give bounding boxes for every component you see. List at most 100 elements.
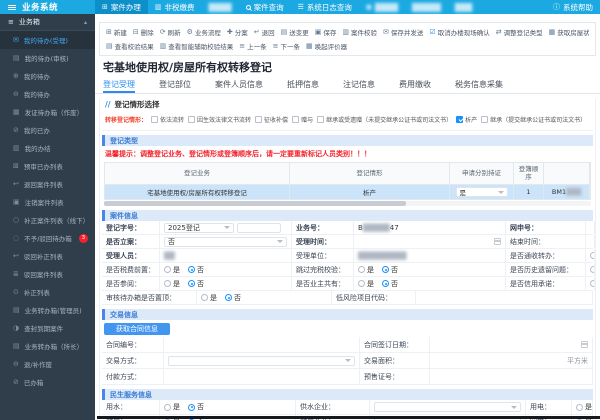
- return-button[interactable]: ↵退回: [254, 27, 275, 37]
- presale-value[interactable]: [430, 369, 593, 384]
- evaluator-button[interactable]: ▦唤起评价器: [306, 41, 347, 51]
- sidebar-item-correction-list[interactable]: ⊙补正列表: [0, 283, 95, 301]
- regtype-table-row[interactable]: 宅基地使用权/房屋所有权转移登记 析产 是 1 BM1███: [105, 185, 590, 199]
- sidebar-item-my-todo-2[interactable]: ⊖我的待办: [0, 85, 95, 103]
- checkbox-inherit-with-notary[interactable]: 继承（提交继承公证书或司法文书）: [481, 115, 586, 124]
- trade-mode-select[interactable]: [168, 356, 355, 366]
- tab-mortgage-info[interactable]: 抵押信息: [287, 79, 319, 93]
- radio-group-tax-first[interactable]: 是否: [164, 265, 204, 275]
- water-co-select[interactable]: [374, 402, 521, 412]
- checkbox-property-division[interactable]: 析产: [456, 115, 477, 124]
- sidebar-item-my-closed[interactable]: ▥我的办结: [0, 139, 95, 157]
- save-and-send-button[interactable]: ✉保存并发送: [383, 27, 423, 37]
- reg-no-extra-input[interactable]: [237, 223, 281, 233]
- tab-tax-info-collect[interactable]: 税务信息采集: [455, 79, 503, 93]
- save-button[interactable]: ▣保存: [315, 27, 337, 37]
- web-no-value[interactable]: [586, 221, 595, 234]
- radio-group-power[interactable]: 是否: [576, 402, 593, 412]
- radio-group-review[interactable]: 是否: [164, 279, 204, 289]
- topnav-masked-1[interactable]: ████: [202, 0, 239, 14]
- sidebar-item-transfer-box-admin[interactable]: ▤业务转办箱(管理员): [0, 301, 95, 319]
- sidebar-item-preaudit-done-list[interactable]: ⊠预审已办列表: [0, 157, 95, 175]
- sidebar-item-refund-void[interactable]: ⊖退/补作废: [0, 355, 95, 373]
- trade-area-field[interactable]: 平方米: [430, 353, 593, 368]
- page-title: 宅基地使用权/房屋所有权转移登记: [103, 59, 600, 75]
- topnav-masked-4[interactable]: ███: [448, 0, 479, 14]
- workflow-icon: ⚙: [187, 28, 193, 36]
- topnav-system-help[interactable]: ⓘ系统帮助: [546, 0, 600, 14]
- menu-icon[interactable]: [8, 5, 16, 10]
- topnav-nontax-payment[interactable]: ▥非税缴费: [148, 0, 202, 14]
- tab-fee-collection[interactable]: 费用缴收: [399, 79, 431, 93]
- radio-group-credit[interactable]: 是否: [590, 279, 595, 289]
- radio-group-owner-share[interactable]: 是否: [358, 279, 398, 289]
- get-contract-info-button[interactable]: 获取合同信息: [104, 323, 170, 335]
- checkbox-inherit-no-notary[interactable]: 继承或受遗赠（未提交继承公证书或司法文书）: [317, 115, 452, 124]
- send-change-button[interactable]: ▤送变更: [281, 27, 309, 37]
- tab-registration-accept[interactable]: 登记受理: [103, 79, 135, 93]
- scrollbar-thumb[interactable]: [104, 201, 406, 206]
- view-smart-check-result-button[interactable]: ▥查看智能辅助校验结果: [160, 41, 234, 51]
- tab-registration-part[interactable]: 登记部位: [159, 79, 191, 93]
- separate-cert-select[interactable]: 是: [456, 187, 508, 197]
- accept-time-field[interactable]: [354, 235, 506, 248]
- topnav-masked-3[interactable]: █████: [405, 0, 448, 14]
- sidebar-item-correction-case-list-offline[interactable]: ○补正案件列表（线下）: [0, 211, 95, 229]
- power-radios: 是否: [572, 400, 593, 414]
- sidebar-header[interactable]: ≡ 业务箱 ▴: [0, 14, 95, 31]
- refresh-button[interactable]: ⟳刷新: [160, 27, 181, 37]
- checked-box-icon: ☑: [429, 28, 435, 36]
- radio-group-pin[interactable]: 是否: [201, 293, 241, 303]
- sidebar-item-returned-case-list[interactable]: ↩退回案件列表: [0, 175, 95, 193]
- view-check-result-button[interactable]: ▤查看校验结果: [106, 41, 154, 51]
- split-case-button[interactable]: ✚分案: [227, 27, 248, 37]
- risk-value[interactable]: [416, 291, 593, 304]
- sidebar-item-seal-expire-cases[interactable]: ◑查封到期案件: [0, 319, 95, 337]
- web-no-label: 网申号：: [506, 221, 586, 234]
- sidebar-item-my-todo-1[interactable]: ⊕我的待办: [0, 67, 95, 85]
- topnav-case-handling[interactable]: ⊞案件办理: [95, 0, 148, 14]
- smart-doc-icon: ▥: [160, 42, 167, 50]
- tab-note-info[interactable]: 注记信息: [343, 79, 375, 93]
- next-record-button[interactable]: ≡下一条: [273, 41, 300, 51]
- sidebar-item-reject-case-list[interactable]: ≣驳回案件列表: [0, 265, 95, 283]
- sidebar-item-transfer-box-director[interactable]: ▤业务转办箱（所长）: [0, 337, 95, 355]
- grid-icon: ▦: [13, 108, 20, 116]
- radio-group-history[interactable]: 是否: [590, 265, 595, 275]
- radio-group-water[interactable]: 是否: [164, 402, 204, 412]
- sidebar-item-my-todo-review[interactable]: ▤我的待办(审核): [0, 49, 95, 67]
- radio-group-transfer[interactable]: 是否: [590, 251, 595, 261]
- prev-record-button[interactable]: ≡上一条: [239, 41, 266, 51]
- sidebar-item-reject-correction-list[interactable]: ↩驳回补正列表: [0, 247, 95, 265]
- checkbox-legal-transfer[interactable]: 依法流转: [151, 115, 184, 124]
- workflow-button[interactable]: ⚙业务流程: [187, 27, 221, 37]
- get-house-status-button[interactable]: ▦获取房屋状态: [549, 27, 589, 37]
- radio-group-skip-tax[interactable]: 是否: [358, 265, 398, 275]
- delete-button[interactable]: ⊟删除: [133, 27, 154, 37]
- case-check-button[interactable]: ▥案件校验: [342, 27, 377, 37]
- pay-mode-value[interactable]: [164, 369, 360, 384]
- sidebar-item-reject-box[interactable]: ◌不予/驳回待办箱3: [0, 229, 95, 247]
- sidebar-item-done-box[interactable]: ⊘已办箱: [0, 373, 95, 391]
- sidebar-item-my-done[interactable]: ⊘我的已办: [0, 121, 95, 139]
- slash-circle-icon: ⊘: [13, 126, 19, 134]
- topnav-system-log-query[interactable]: ☰系统日志查询: [291, 0, 359, 14]
- tab-case-person-info[interactable]: 案件人员信息: [215, 79, 263, 93]
- table-horizontal-scrollbar[interactable]: [104, 201, 591, 206]
- topnav-masked-2[interactable]: ●████: [359, 0, 405, 14]
- checkbox-expropriation[interactable]: 征收补偿: [255, 115, 288, 124]
- checkbox-legal-document[interactable]: 因生效法律文书流转: [188, 115, 251, 124]
- topnav-case-query[interactable]: 案件查询: [239, 0, 291, 14]
- sidebar-item-cancel-case-list[interactable]: ▣注销案件列表: [0, 193, 95, 211]
- contract-no-value[interactable]: [164, 337, 360, 352]
- filed-select[interactable]: 否: [164, 237, 287, 247]
- adjust-regtype-button[interactable]: ⇄调整登记类型: [496, 27, 543, 37]
- sidebar-item-cert-issue-box[interactable]: ▦发证待办箱（作废）: [0, 103, 95, 121]
- reg-no-select[interactable]: 2025登记: [164, 223, 234, 233]
- checkbox-gift[interactable]: 赠与: [292, 115, 313, 124]
- square-dot-icon: ▣: [13, 198, 20, 206]
- sidebar-item-my-todo-accept[interactable]: ✉我的待办(受理): [0, 31, 95, 49]
- contract-date-field[interactable]: [430, 337, 593, 352]
- cancel-onsite-confirm-button[interactable]: ☑取消办楼现场确认: [429, 27, 489, 37]
- new-button[interactable]: ⊞新建: [106, 27, 127, 37]
